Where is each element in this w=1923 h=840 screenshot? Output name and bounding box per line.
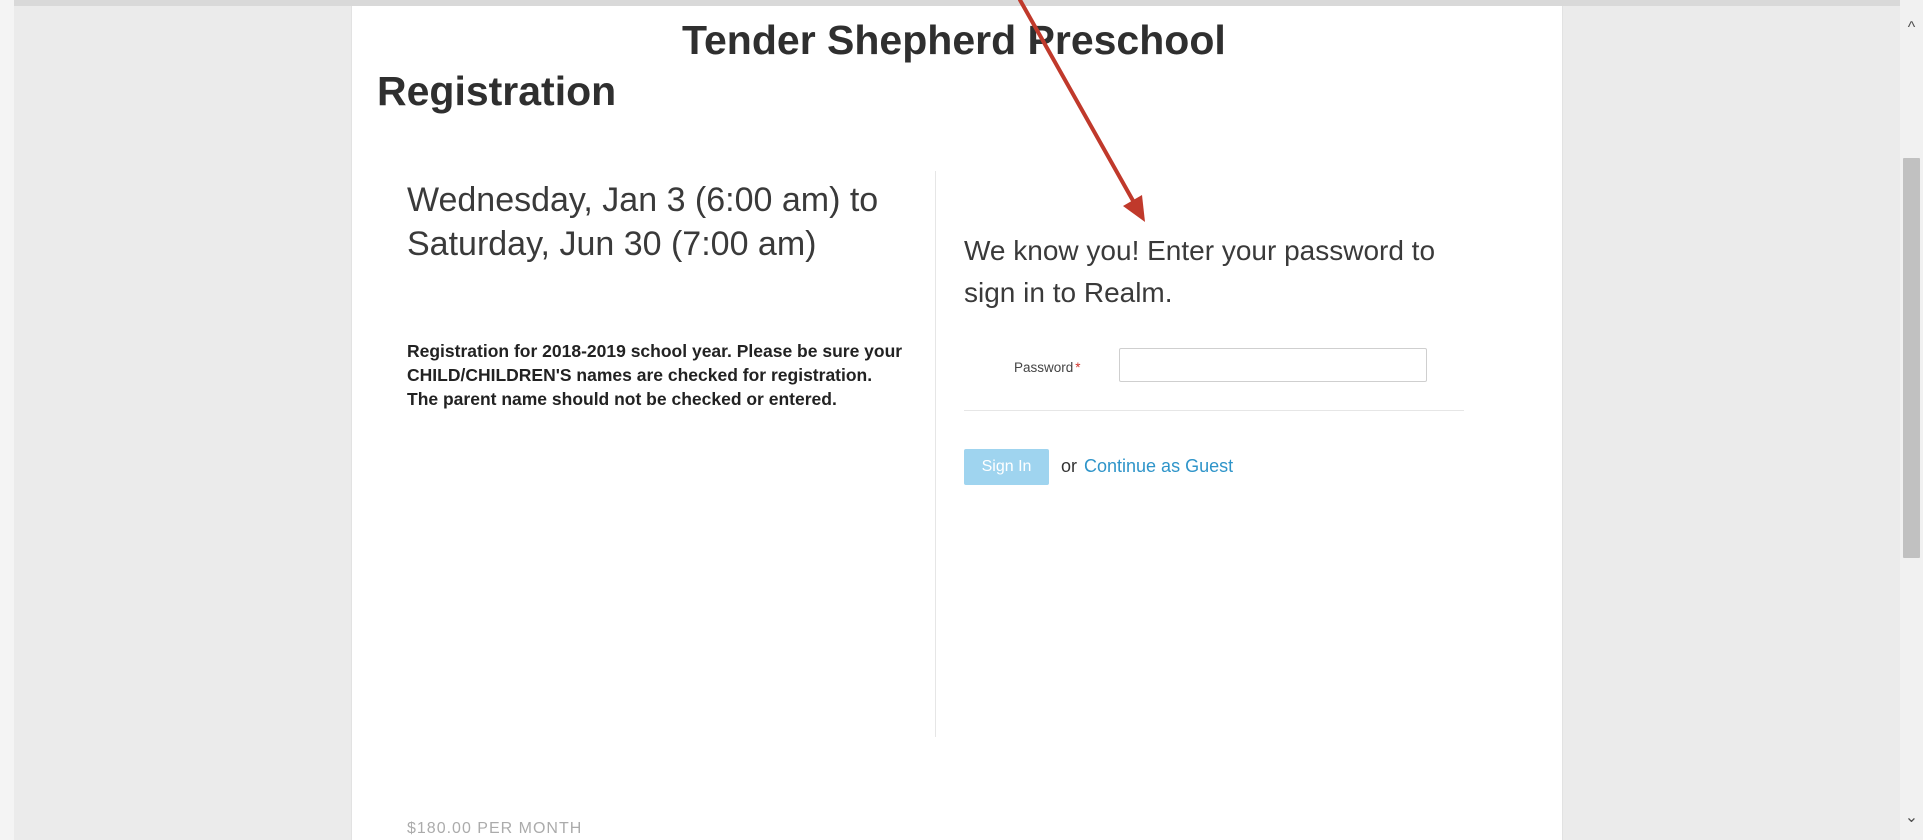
password-label-text: Password bbox=[1014, 360, 1074, 375]
signin-heading: We know you! Enter your password to sign… bbox=[964, 235, 1436, 308]
or-text: or bbox=[1061, 456, 1078, 476]
sign-in-button[interactable]: Sign In bbox=[964, 449, 1049, 485]
password-input[interactable] bbox=[1119, 348, 1427, 382]
page-left-edge bbox=[0, 0, 14, 840]
continue-as-guest-link[interactable]: Continue as Guest bbox=[1084, 456, 1233, 477]
column-divider bbox=[935, 171, 936, 737]
registration-card: Tender Shepherd Preschool Registration W… bbox=[351, 6, 1563, 840]
scroll-down-icon[interactable]: ⌄ bbox=[1900, 804, 1923, 832]
event-dates: Wednesday, Jan 3 (6:00 am) to Saturday, … bbox=[407, 181, 879, 263]
required-marker: * bbox=[1075, 360, 1081, 375]
scrollbar-thumb[interactable] bbox=[1903, 158, 1920, 558]
page-title: Tender Shepherd Preschool bbox=[682, 17, 1226, 63]
page-subtitle: Registration bbox=[377, 68, 617, 114]
password-label: Password * bbox=[1014, 360, 1081, 375]
cutoff-price-text: $180.00 PER MONTH bbox=[407, 820, 583, 837]
event-description: Registration for 2018-2019 school year. … bbox=[407, 341, 903, 409]
scroll-up-icon[interactable]: ^ bbox=[1900, 14, 1923, 42]
form-divider bbox=[964, 410, 1464, 411]
